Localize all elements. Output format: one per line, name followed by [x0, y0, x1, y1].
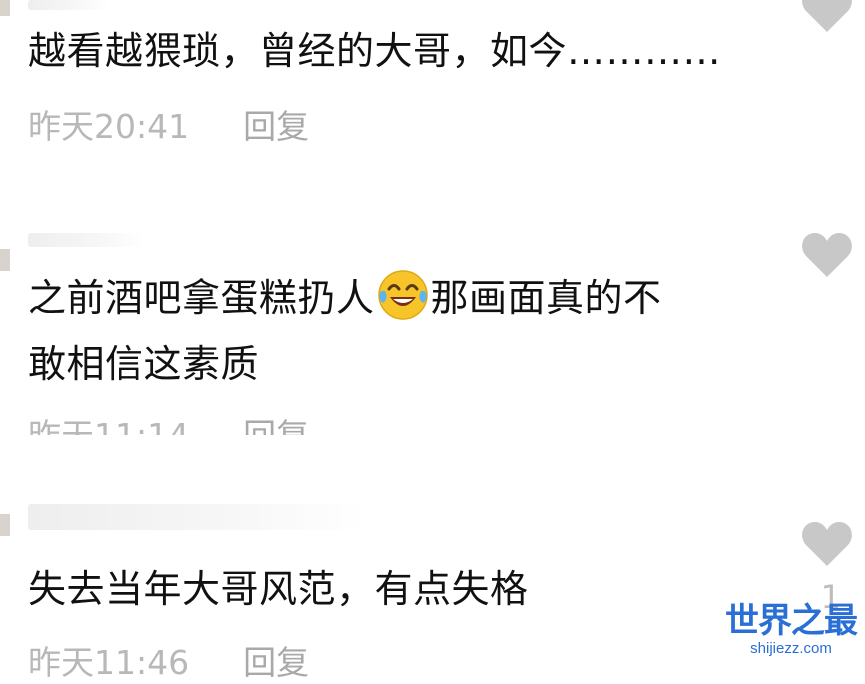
site-watermark-logo: 世界之最 shijiezz.com — [725, 601, 858, 658]
tears-of-joy-emoji-icon — [377, 270, 428, 320]
comment-item: 之前酒吧拿蛋糕扔人 那画面真的不 敢相信这素质 昨天11:14 回复 — [0, 205, 865, 435]
like-heart-icon[interactable] — [801, 520, 853, 568]
like-heart-icon[interactable] — [801, 231, 853, 279]
watermark-url: shijiezz.com — [750, 640, 832, 657]
username-blurred — [28, 0, 108, 10]
comment-text-segment: 之前酒吧拿蛋糕扔人 — [28, 276, 375, 320]
comment-text-line: 越看越猥琐，曾经的大哥，如今………… — [28, 29, 722, 73]
comment-text: 之前酒吧拿蛋糕扔人 那画面真的不 — [28, 267, 662, 329]
comment-text-line: 敢相信这素质 — [28, 342, 260, 386]
comment-text: 越看越猥琐，曾经的大哥，如今………… — [28, 20, 721, 82]
reply-button[interactable]: 回复 — [243, 416, 309, 435]
avatar[interactable] — [0, 0, 10, 16]
comment-meta: 昨天11:46 回复 — [28, 636, 309, 684]
comment-time: 昨天20:41 — [28, 107, 190, 146]
watermark-title: 世界之最 — [725, 601, 858, 641]
comment-meta-clip: 昨天11:14 回复 — [0, 407, 865, 435]
comment-meta: 昨天20:41 回复 — [28, 100, 309, 148]
comment-text: 敢相信这素质 — [28, 333, 259, 395]
reply-button[interactable]: 回复 — [243, 643, 309, 682]
username-blurred — [28, 233, 148, 247]
comment-time: 昨天11:46 — [28, 643, 190, 682]
comment-item: 越看越猥琐，曾经的大哥，如今………… 昨天20:41 回复 — [0, 0, 865, 180]
comment-text-line: 失去当年大哥风范，有点失格 — [28, 567, 529, 611]
avatar[interactable] — [0, 514, 10, 536]
comment-time: 昨天11:14 — [28, 416, 189, 435]
username-blurred — [28, 504, 368, 530]
comment-text: 失去当年大哥风范，有点失格 — [28, 558, 529, 620]
comment-meta: 昨天11:14 回复 — [28, 409, 309, 435]
like-heart-icon[interactable] — [801, 0, 853, 34]
avatar[interactable] — [0, 249, 10, 271]
reply-button[interactable]: 回复 — [243, 107, 309, 146]
comment-text-segment: 那画面真的不 — [430, 276, 662, 320]
